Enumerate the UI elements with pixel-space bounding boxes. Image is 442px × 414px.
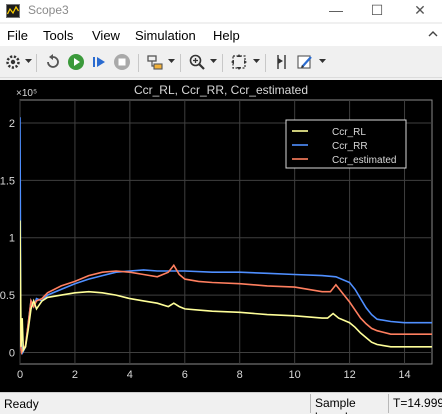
x-tick-label: 0 (17, 369, 23, 381)
menu-bar: File Tools View Simulation Help (0, 24, 442, 46)
window-title: Scope3 (28, 3, 69, 17)
legend-label: Ccr_RL (332, 127, 366, 138)
x-tick-label: 2 (72, 369, 78, 381)
scope-app-icon (6, 4, 20, 18)
close-button[interactable]: ✕ (400, 0, 440, 22)
highlight-dropdown-icon[interactable] (168, 58, 175, 64)
y-tick-label: 0 (9, 348, 15, 360)
y-tick-label: 2 (9, 118, 15, 130)
menu-file[interactable]: File (7, 28, 28, 43)
status-text: Ready (4, 397, 39, 411)
legend-label: Ccr_RR (332, 141, 368, 152)
style-dropdown-icon[interactable] (319, 58, 326, 64)
zoom-icon[interactable] (188, 53, 206, 71)
style-icon[interactable] (296, 53, 314, 71)
toolbar (0, 48, 442, 78)
toolbar-separator (180, 54, 181, 72)
cursor-measurements-icon[interactable] (273, 53, 291, 71)
fit-dropdown-icon[interactable] (253, 58, 260, 64)
run-icon[interactable] (67, 53, 85, 71)
settings-icon[interactable] (4, 53, 22, 71)
legend-label: Ccr_estimated (332, 155, 396, 166)
window-titlebar: Scope3 — ☐ ✕ (0, 0, 442, 22)
x-tick-label: 14 (398, 369, 410, 381)
x-tick-label: 12 (343, 369, 355, 381)
simulation-time-label: T=14.999 (388, 394, 442, 413)
toolbar-separator (138, 54, 139, 72)
highlight-block-icon[interactable] (146, 53, 164, 71)
settings-dropdown-icon[interactable] (25, 58, 32, 64)
plot-axes[interactable]: 0 2 4 6 8 10 12 1400.511.52×10⁵Ccr_RLCcr_RRCcr_… (0, 80, 442, 392)
menu-view[interactable]: View (92, 28, 120, 43)
x-tick-label: 8 (237, 369, 243, 381)
series-line-ccr-estimated (20, 263, 432, 356)
y-exponent-label: ×10⁵ (16, 88, 37, 99)
series-line-ccr-rl (20, 220, 432, 353)
menu-tools[interactable]: Tools (43, 28, 73, 43)
stop-icon[interactable] (113, 53, 131, 71)
fit-to-view-icon[interactable] (230, 53, 248, 71)
y-tick-label: 1 (9, 233, 15, 245)
zoom-dropdown-icon[interactable] (210, 58, 217, 64)
toolbar-separator (222, 54, 223, 72)
step-forward-icon[interactable] (90, 53, 108, 71)
menu-simulation[interactable]: Simulation (135, 28, 196, 43)
sample-mode-label: Sample based (310, 394, 388, 414)
restore-icon[interactable] (44, 53, 62, 71)
collapse-chevron-icon[interactable] (428, 30, 438, 40)
status-bar: Ready Sample based T=14.999 (0, 392, 442, 414)
maximize-button[interactable]: ☐ (357, 0, 397, 22)
toolbar-separator (36, 54, 37, 72)
minimize-button[interactable]: — (316, 0, 356, 22)
x-tick-label: 10 (289, 369, 301, 381)
y-tick-label: 1.5 (0, 175, 15, 187)
x-tick-label: 4 (127, 369, 133, 381)
y-tick-label: 0.5 (0, 290, 15, 302)
menu-help[interactable]: Help (213, 28, 240, 43)
toolbar-separator (265, 54, 266, 72)
x-tick-label: 6 (182, 369, 188, 381)
scope-display[interactable]: Ccr_RL, Ccr_RR, Ccr_estimated 0 2 4 6 8 10 12 1… (0, 80, 442, 392)
